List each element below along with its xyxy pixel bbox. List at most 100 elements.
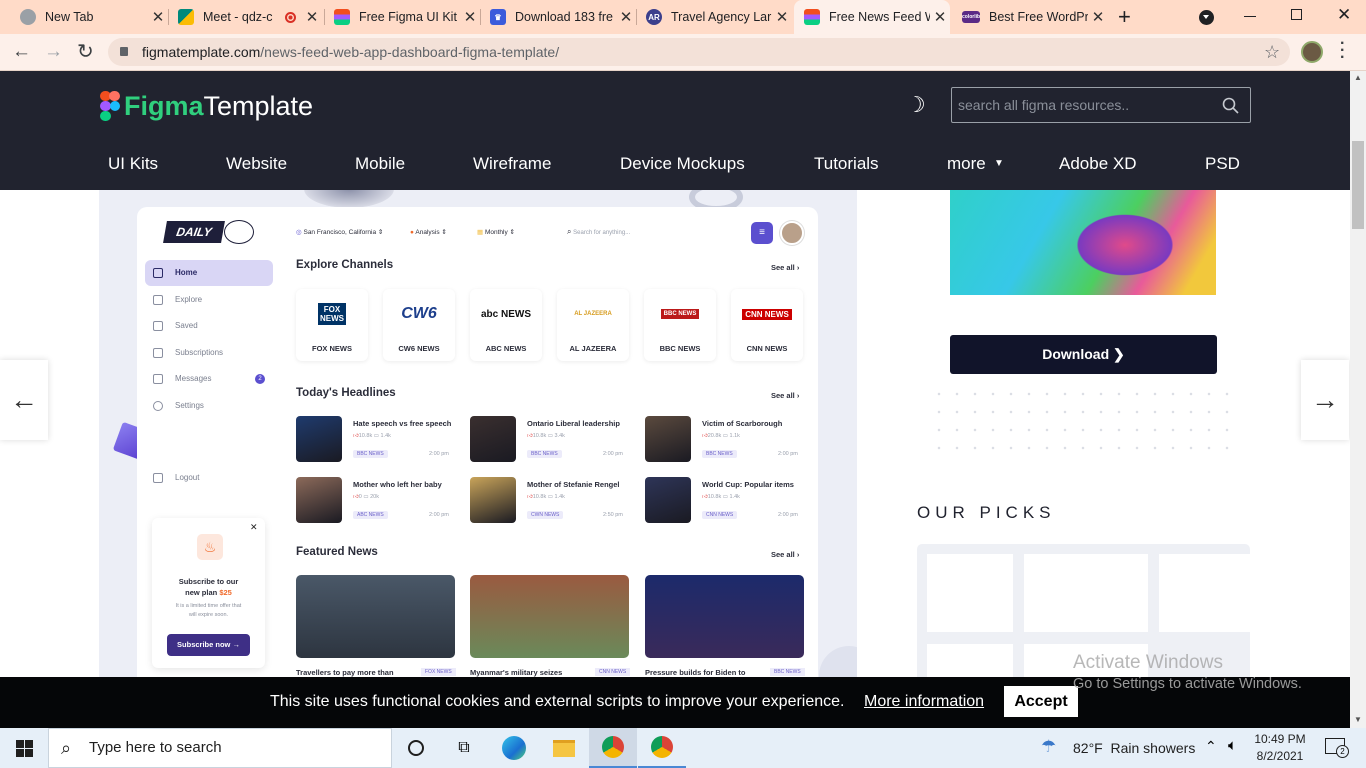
- weather-icon[interactable]: ☂: [1041, 737, 1056, 757]
- headline-image[interactable]: [470, 477, 516, 523]
- site-logo[interactable]: Figma Template: [100, 89, 313, 123]
- next-arrow-button[interactable]: →: [1301, 360, 1349, 440]
- cortana-icon[interactable]: [392, 728, 440, 768]
- nav-psd[interactable]: PSD: [1205, 148, 1240, 180]
- dash-nav-logout[interactable]: Logout: [145, 465, 273, 491]
- close-icon[interactable]: ✕: [930, 8, 950, 26]
- headline-image[interactable]: [645, 416, 691, 462]
- windows-start-icon[interactable]: [0, 728, 48, 768]
- restore-icon[interactable]: [1291, 9, 1302, 20]
- featured-title[interactable]: Travellers to pay more than: [296, 668, 394, 677]
- weather-text[interactable]: 82°F Rain showers: [1073, 740, 1195, 756]
- dash-nav-messages[interactable]: Messages 2: [145, 366, 273, 392]
- see-all-channels-link[interactable]: See all ›: [771, 263, 799, 272]
- headline-title[interactable]: Ontario Liberal leadership: [527, 419, 620, 428]
- filter-icon[interactable]: ≡: [751, 222, 773, 244]
- nav-tutorials[interactable]: Tutorials: [814, 148, 879, 180]
- user-avatar[interactable]: [780, 221, 804, 245]
- accept-button[interactable]: Accept: [1004, 686, 1078, 717]
- tab-figma-ui-kit[interactable]: Free Figma UI Kit ✕: [324, 0, 480, 34]
- more-information-link[interactable]: More information: [864, 693, 984, 711]
- url-field[interactable]: figmatemplate.com/news-feed-web-app-dash…: [108, 38, 1290, 66]
- see-all-headlines-link[interactable]: See all ›: [771, 391, 799, 400]
- headline-title[interactable]: Hate speech vs free speech: [353, 419, 451, 428]
- reload-icon[interactable]: ↻: [77, 39, 94, 64]
- nav-more[interactable]: more: [947, 148, 986, 180]
- headline-image[interactable]: [645, 477, 691, 523]
- file-explorer-icon[interactable]: [540, 728, 588, 768]
- taskbar-search-input[interactable]: ⌕ Type here to search: [48, 728, 392, 768]
- download-button[interactable]: Download ❯: [950, 335, 1217, 374]
- channel-card[interactable]: CW6 CW6 NEWS: [383, 289, 455, 361]
- featured-image[interactable]: [296, 575, 455, 658]
- menu-dots-icon[interactable]: · · ·: [1340, 36, 1345, 66]
- headline-title[interactable]: Mother who left her baby: [353, 480, 442, 489]
- channel-card[interactable]: AL JAZEERA AL JAZEERA: [557, 289, 629, 361]
- tab-meet[interactable]: Meet - qdz-c ✕: [168, 0, 322, 34]
- site-search-input[interactable]: search all figma resources..: [951, 87, 1251, 123]
- dragon-preview-image[interactable]: [950, 190, 1216, 295]
- chrome-taskbar-icon[interactable]: [638, 728, 686, 768]
- channel-card[interactable]: abc NEWS ABC NEWS: [470, 289, 542, 361]
- channel-card[interactable]: FOX NEWS FOX NEWS: [296, 289, 368, 361]
- tab-download[interactable]: ♛ Download 183 fre ✕: [480, 0, 636, 34]
- headline-title[interactable]: Mother of Stefanie Rengel: [527, 480, 620, 489]
- headline-title[interactable]: Victim of Scarborough: [702, 419, 782, 428]
- close-icon[interactable]: ✕: [460, 8, 480, 26]
- headline-image[interactable]: [296, 416, 342, 462]
- analysis-select[interactable]: ● Analysis ⇕: [410, 228, 447, 236]
- scrollbar[interactable]: ▲ ▼: [1350, 71, 1366, 728]
- nav-device-mockups[interactable]: Device Mockups: [620, 148, 745, 180]
- headline-title[interactable]: World Cup: Popular items: [702, 480, 794, 489]
- close-icon[interactable]: ✕: [250, 522, 258, 533]
- volume-icon[interactable]: 🔈︎: [1228, 737, 1237, 754]
- close-icon[interactable]: ✕: [1088, 8, 1108, 26]
- minimize-icon[interactable]: [1244, 16, 1256, 17]
- headline-image[interactable]: [296, 477, 342, 523]
- dash-nav-subscriptions[interactable]: Subscriptions: [145, 340, 273, 366]
- task-view-icon[interactable]: ⧉: [440, 728, 488, 768]
- nav-wireframe[interactable]: Wireframe: [473, 148, 551, 180]
- tab-new-tab[interactable]: New Tab ✕: [10, 0, 168, 34]
- nav-mobile[interactable]: Mobile: [355, 148, 405, 180]
- bookmark-star-icon[interactable]: ☆: [1264, 38, 1280, 66]
- channel-card[interactable]: BBC NEWS BBC NEWS: [644, 289, 716, 361]
- close-icon[interactable]: ✕: [148, 8, 168, 26]
- headline-image[interactable]: [470, 416, 516, 462]
- see-all-featured-link[interactable]: See all ›: [771, 550, 799, 559]
- featured-image[interactable]: [470, 575, 629, 658]
- dash-nav-settings[interactable]: Settings: [145, 393, 273, 419]
- avatar[interactable]: [1301, 41, 1323, 63]
- search-icon[interactable]: [1222, 97, 1239, 114]
- back-icon[interactable]: ←: [12, 41, 31, 63]
- nav-adobe-xd[interactable]: Adobe XD: [1059, 148, 1137, 180]
- close-icon[interactable]: ✕: [616, 8, 636, 26]
- close-icon[interactable]: ✕: [302, 8, 322, 26]
- subscribe-now-button[interactable]: Subscribe now →: [167, 634, 250, 656]
- nav-website[interactable]: Website: [226, 148, 287, 180]
- location-select[interactable]: ◎ San Francisco, California ⇕: [296, 228, 383, 236]
- scroll-down-icon[interactable]: ▼: [1354, 715, 1362, 724]
- prev-arrow-button[interactable]: ←: [0, 360, 48, 440]
- clock[interactable]: 10:49 PM 8/2/2021: [1250, 731, 1310, 765]
- scroll-thumb[interactable]: [1352, 141, 1364, 229]
- tab-wordpress[interactable]: colorlib Best Free WordPr ✕: [952, 0, 1108, 34]
- close-window-icon[interactable]: ✕: [1337, 5, 1351, 25]
- featured-title[interactable]: Myanmar's military seizes: [470, 668, 562, 677]
- tab-search-icon[interactable]: [1199, 10, 1214, 25]
- forward-icon[interactable]: →: [44, 41, 63, 63]
- scroll-up-icon[interactable]: ▲: [1354, 73, 1362, 82]
- chrome-taskbar-icon[interactable]: [589, 728, 637, 768]
- featured-image[interactable]: [645, 575, 804, 658]
- dash-nav-explore[interactable]: Explore: [145, 287, 273, 313]
- edge-icon[interactable]: [490, 728, 538, 768]
- dash-nav-saved[interactable]: Saved: [145, 313, 273, 339]
- tab-travel-agency[interactable]: AR Travel Agency Lar ✕: [636, 0, 792, 34]
- tray-chevron-icon[interactable]: ⌃: [1205, 738, 1217, 755]
- new-tab-button[interactable]: +: [1118, 4, 1131, 30]
- period-select[interactable]: ▦ Monthly ⇕: [477, 228, 515, 236]
- nav-ui-kits[interactable]: UI Kits: [108, 148, 158, 180]
- close-icon[interactable]: ✕: [772, 8, 792, 26]
- dark-mode-icon[interactable]: ☽: [906, 92, 926, 118]
- featured-title[interactable]: Pressure builds for Biden to: [645, 668, 745, 677]
